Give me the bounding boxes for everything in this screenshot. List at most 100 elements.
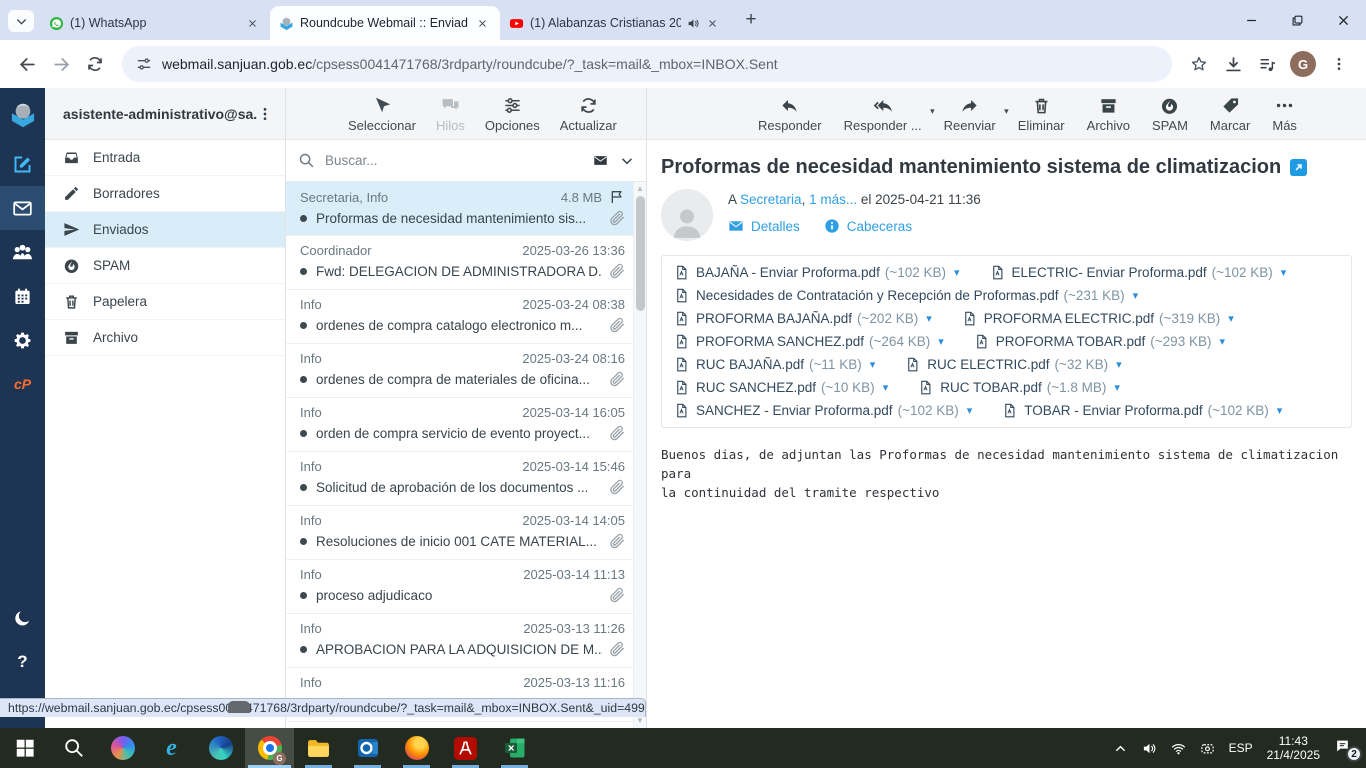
- message-row[interactable]: Info 2025-03-13 11:26 APROBACION PARA LA …: [286, 614, 633, 668]
- meet-now-icon[interactable]: [1200, 741, 1215, 756]
- message-row[interactable]: Secretaria, Info 4.8 MB Proformas de nece…: [286, 182, 633, 236]
- attachment-link[interactable]: RUC ELECTRIC.pdf: [927, 357, 1049, 372]
- attachment-menu-caret[interactable]: ▾: [1116, 358, 1122, 371]
- browser-menu-icon[interactable]: [1322, 47, 1356, 81]
- attachment-item[interactable]: PROFORMA SANCHEZ.pdf (~264 KB) ▾: [674, 334, 944, 349]
- scrollbar-thumb[interactable]: [636, 196, 645, 311]
- tab-close-icon[interactable]: [704, 15, 721, 32]
- attachment-item[interactable]: ELECTRIC- Enviar Proforma.pdf (~102 KB) ▾: [990, 265, 1287, 280]
- reply-all-button[interactable]: Responder ... ▾: [833, 94, 935, 135]
- bookmark-star-icon[interactable]: [1182, 47, 1216, 81]
- folder-enviados[interactable]: Enviados: [45, 212, 285, 248]
- message-row[interactable]: Info 2025-03-14 16:05 orden de compra ser…: [286, 398, 633, 452]
- attachment-link[interactable]: Necesidades de Contratación y Recepción …: [696, 288, 1058, 303]
- search-input[interactable]: [325, 153, 585, 168]
- wifi-icon[interactable]: [1171, 741, 1186, 756]
- attachment-menu-caret[interactable]: ▾: [1277, 404, 1283, 417]
- reply-button[interactable]: Responder: [747, 94, 833, 135]
- media-controls-icon[interactable]: [1250, 47, 1284, 81]
- attachment-item[interactable]: PROFORMA TOBAR.pdf (~293 KB) ▾: [974, 334, 1225, 349]
- mail-nav-icon[interactable]: [0, 186, 45, 230]
- cpanel-icon[interactable]: cP: [0, 362, 45, 406]
- url-text[interactable]: webmail.sanjuan.gob.ec/cpsess0041471768/…: [162, 56, 778, 72]
- message-row[interactable]: Info 2025-03-24 08:16 ordenes de compra d…: [286, 344, 633, 398]
- profile-avatar[interactable]: G: [1290, 51, 1316, 77]
- copilot-icon[interactable]: [98, 728, 147, 768]
- attachment-menu-caret[interactable]: ▾: [883, 381, 889, 394]
- firefox-icon[interactable]: [392, 728, 441, 768]
- file-explorer-icon[interactable]: [294, 728, 343, 768]
- notifications-icon[interactable]: 2: [1334, 738, 1362, 762]
- tab-close-icon[interactable]: [474, 15, 491, 32]
- attachment-link[interactable]: ELECTRIC- Enviar Proforma.pdf: [1012, 265, 1207, 280]
- settings-nav-icon[interactable]: [0, 318, 45, 362]
- scroll-up-arrow[interactable]: ▲: [634, 182, 646, 194]
- attachment-item[interactable]: BAJAÑA - Enviar Proforma.pdf (~102 KB) ▾: [674, 265, 960, 280]
- help-icon[interactable]: ?: [0, 640, 45, 684]
- edge-icon[interactable]: [196, 728, 245, 768]
- splitter-handle[interactable]: [228, 701, 250, 713]
- attachment-menu-caret[interactable]: ▾: [870, 358, 876, 371]
- forward-button[interactable]: [44, 47, 78, 81]
- search-scope-icon[interactable]: [591, 153, 610, 168]
- attachment-link[interactable]: RUC BAJAÑA.pdf: [696, 357, 804, 372]
- attachment-item[interactable]: Necesidades de Contratación y Recepción …: [674, 288, 1138, 303]
- calendar-nav-icon[interactable]: [0, 274, 45, 318]
- attachment-link[interactable]: SANCHEZ - Enviar Proforma.pdf: [696, 403, 893, 418]
- tab-youtube[interactable]: (1) Alabanzas Cristianas 202: [500, 6, 730, 40]
- attachment-menu-caret[interactable]: ▾: [1114, 381, 1120, 394]
- mark-button[interactable]: Marcar: [1199, 94, 1261, 135]
- attachment-menu-caret[interactable]: ▾: [1228, 312, 1234, 325]
- tray-chevron-up-icon[interactable]: [1113, 741, 1128, 756]
- attachment-item[interactable]: PROFORMA BAJAÑA.pdf (~202 KB) ▾: [674, 311, 932, 326]
- more-button[interactable]: Más: [1261, 94, 1308, 135]
- dark-mode-icon[interactable]: [0, 596, 45, 640]
- attachment-link[interactable]: PROFORMA SANCHEZ.pdf: [696, 334, 864, 349]
- message-row[interactable]: Info 2025-03-14 11:13 proceso adjudicaco: [286, 560, 633, 614]
- list-scrollbar[interactable]: ▲ ▼: [633, 182, 646, 728]
- account-menu-icon[interactable]: [257, 106, 273, 122]
- taskbar-clock[interactable]: 11:43 21/4/2025: [1267, 734, 1320, 762]
- attachment-menu-caret[interactable]: ▾: [1133, 289, 1139, 302]
- download-icon[interactable]: [1216, 47, 1250, 81]
- headers-link[interactable]: Cabeceras: [824, 218, 912, 234]
- details-link[interactable]: Detalles: [728, 218, 800, 234]
- language-indicator[interactable]: ESP: [1229, 741, 1253, 755]
- options-button[interactable]: Opciones: [475, 94, 550, 135]
- message-row[interactable]: Info 2025-03-14 15:46 Solicitud de aproba…: [286, 452, 633, 506]
- attachment-menu-caret[interactable]: ▾: [1219, 335, 1225, 348]
- close-button[interactable]: [1320, 0, 1366, 40]
- minimize-button[interactable]: [1228, 0, 1274, 40]
- attachment-link[interactable]: TOBAR - Enviar Proforma.pdf: [1024, 403, 1202, 418]
- attachment-menu-caret[interactable]: ▾: [967, 404, 973, 417]
- compose-button[interactable]: [0, 142, 45, 186]
- forward-button[interactable]: Reenviar ▾: [933, 94, 1009, 135]
- more-recipients-link[interactable]: 1 más...: [809, 192, 857, 207]
- delete-button[interactable]: Eliminar: [1007, 94, 1076, 135]
- attachment-link[interactable]: PROFORMA ELECTRIC.pdf: [984, 311, 1154, 326]
- attachment-link[interactable]: PROFORMA TOBAR.pdf: [996, 334, 1146, 349]
- tab-audio-icon[interactable]: [687, 17, 700, 30]
- folder-archivo[interactable]: Archivo: [45, 320, 285, 356]
- address-bar[interactable]: webmail.sanjuan.gob.ec/cpsess0041471768/…: [122, 46, 1172, 82]
- acrobat-icon[interactable]: [441, 728, 490, 768]
- attachment-menu-caret[interactable]: ▾: [1281, 266, 1287, 279]
- new-tab-button[interactable]: +: [738, 7, 764, 33]
- attachment-item[interactable]: RUC SANCHEZ.pdf (~10 KB) ▾: [674, 380, 888, 395]
- tab-close-icon[interactable]: [244, 15, 261, 32]
- tab-search-button[interactable]: [8, 10, 34, 32]
- folder-spam[interactable]: SPAM: [45, 248, 285, 284]
- tab-whatsapp[interactable]: (1) WhatsApp: [40, 6, 270, 40]
- folder-entrada[interactable]: Entrada: [45, 140, 285, 176]
- attachment-link[interactable]: BAJAÑA - Enviar Proforma.pdf: [696, 265, 880, 280]
- reload-button[interactable]: [78, 47, 112, 81]
- attachment-link[interactable]: PROFORMA BAJAÑA.pdf: [696, 311, 852, 326]
- threads-button[interactable]: Hilos: [426, 94, 475, 135]
- site-info-icon[interactable]: [136, 56, 152, 72]
- internet-explorer-icon[interactable]: e: [147, 728, 196, 768]
- attachment-item[interactable]: RUC BAJAÑA.pdf (~11 KB) ▾: [674, 357, 875, 372]
- volume-icon[interactable]: [1142, 741, 1157, 756]
- attachment-link[interactable]: RUC SANCHEZ.pdf: [696, 380, 816, 395]
- attachment-item[interactable]: RUC TOBAR.pdf (~1.8 MB) ▾: [918, 380, 1120, 395]
- select-button[interactable]: Seleccionar: [338, 94, 426, 135]
